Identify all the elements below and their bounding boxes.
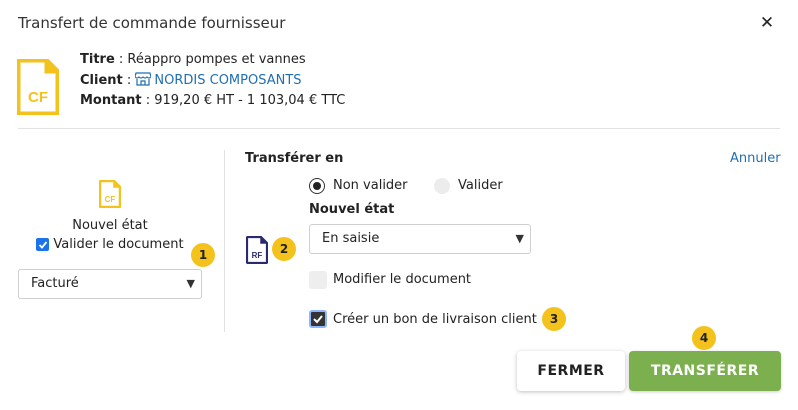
- create-delivery-label[interactable]: Créer un bon de livraison client: [333, 312, 537, 327]
- divider-horizontal: [18, 128, 780, 129]
- document-rf-icon: RF: [246, 236, 268, 264]
- step-badge-3: 3: [542, 307, 566, 331]
- step-badge-1: 1: [191, 243, 215, 267]
- target-state-label: Nouvel état: [309, 202, 395, 217]
- client-link[interactable]: NORDIS COMPOSANTS: [134, 71, 302, 88]
- client-name[interactable]: NORDIS COMPOSANTS: [154, 73, 301, 88]
- step-badge-4: 4: [692, 326, 716, 350]
- amount-row: Montant : 919,20 € HT - 1 103,04 € TTC: [80, 91, 345, 112]
- current-document-panel: CF Nouvel état Valider le document: [18, 179, 202, 252]
- close-icon[interactable]: ✕: [757, 13, 777, 33]
- document-cf-small-icon: CF: [98, 179, 122, 209]
- left-state-select-value: Facturé: [31, 276, 79, 291]
- dialog-title: Transfert de commande fournisseur: [18, 14, 286, 32]
- client-row: Client : NORDIS COMPOSANTS: [80, 71, 302, 88]
- radio-non-valider-label[interactable]: Non valider: [333, 178, 408, 193]
- document-cf-icon-label: CF: [28, 89, 48, 106]
- amount-label: Montant: [80, 93, 142, 108]
- chevron-down-icon: ▼: [515, 232, 524, 245]
- radio-non-valider[interactable]: [309, 178, 325, 194]
- svg-text:CF: CF: [105, 195, 116, 204]
- step-badge-2: 2: [272, 237, 296, 261]
- target-state-select-value: En saisie: [322, 231, 380, 246]
- modify-document-checkbox[interactable]: [309, 271, 327, 289]
- transfer-dialog: Transfert de commande fournisseur ✕ CF T…: [0, 0, 798, 410]
- transfer-section-title: Transférer en: [245, 151, 344, 166]
- left-state-select[interactable]: Facturé ▼: [18, 269, 202, 299]
- divider-vertical: [224, 150, 225, 332]
- modify-document-label[interactable]: Modifier le document: [333, 272, 471, 287]
- target-state-select[interactable]: En saisie ▼: [309, 224, 531, 254]
- document-summary: Titre : Réappro pompes et vannes Client …: [80, 50, 345, 112]
- validate-document-checkbox[interactable]: [36, 238, 50, 251]
- close-button[interactable]: FERMER: [517, 351, 625, 391]
- cancel-link[interactable]: Annuler: [730, 151, 781, 166]
- amount-value: : 919,20 € HT - 1 103,04 € TTC: [141, 93, 346, 108]
- svg-text:RF: RF: [252, 251, 263, 260]
- validate-document-label[interactable]: Valider le document: [53, 237, 183, 252]
- chevron-down-icon: ▼: [186, 277, 195, 290]
- radio-valider-label[interactable]: Valider: [458, 178, 503, 193]
- validate-document-row: Valider le document: [18, 237, 202, 252]
- create-delivery-checkbox[interactable]: [309, 310, 327, 328]
- title-label: Titre: [80, 52, 115, 67]
- document-cf-icon: CF: [17, 59, 59, 115]
- transfer-button[interactable]: TRANSFÉRER: [629, 351, 781, 391]
- title-value: : Réappro pompes et vannes: [114, 52, 306, 67]
- store-icon: [134, 71, 153, 86]
- radio-valider[interactable]: [434, 178, 450, 194]
- client-label: Client: [80, 72, 123, 88]
- left-state-label: Nouvel état: [72, 218, 148, 233]
- title-row: Titre : Réappro pompes et vannes: [80, 50, 345, 71]
